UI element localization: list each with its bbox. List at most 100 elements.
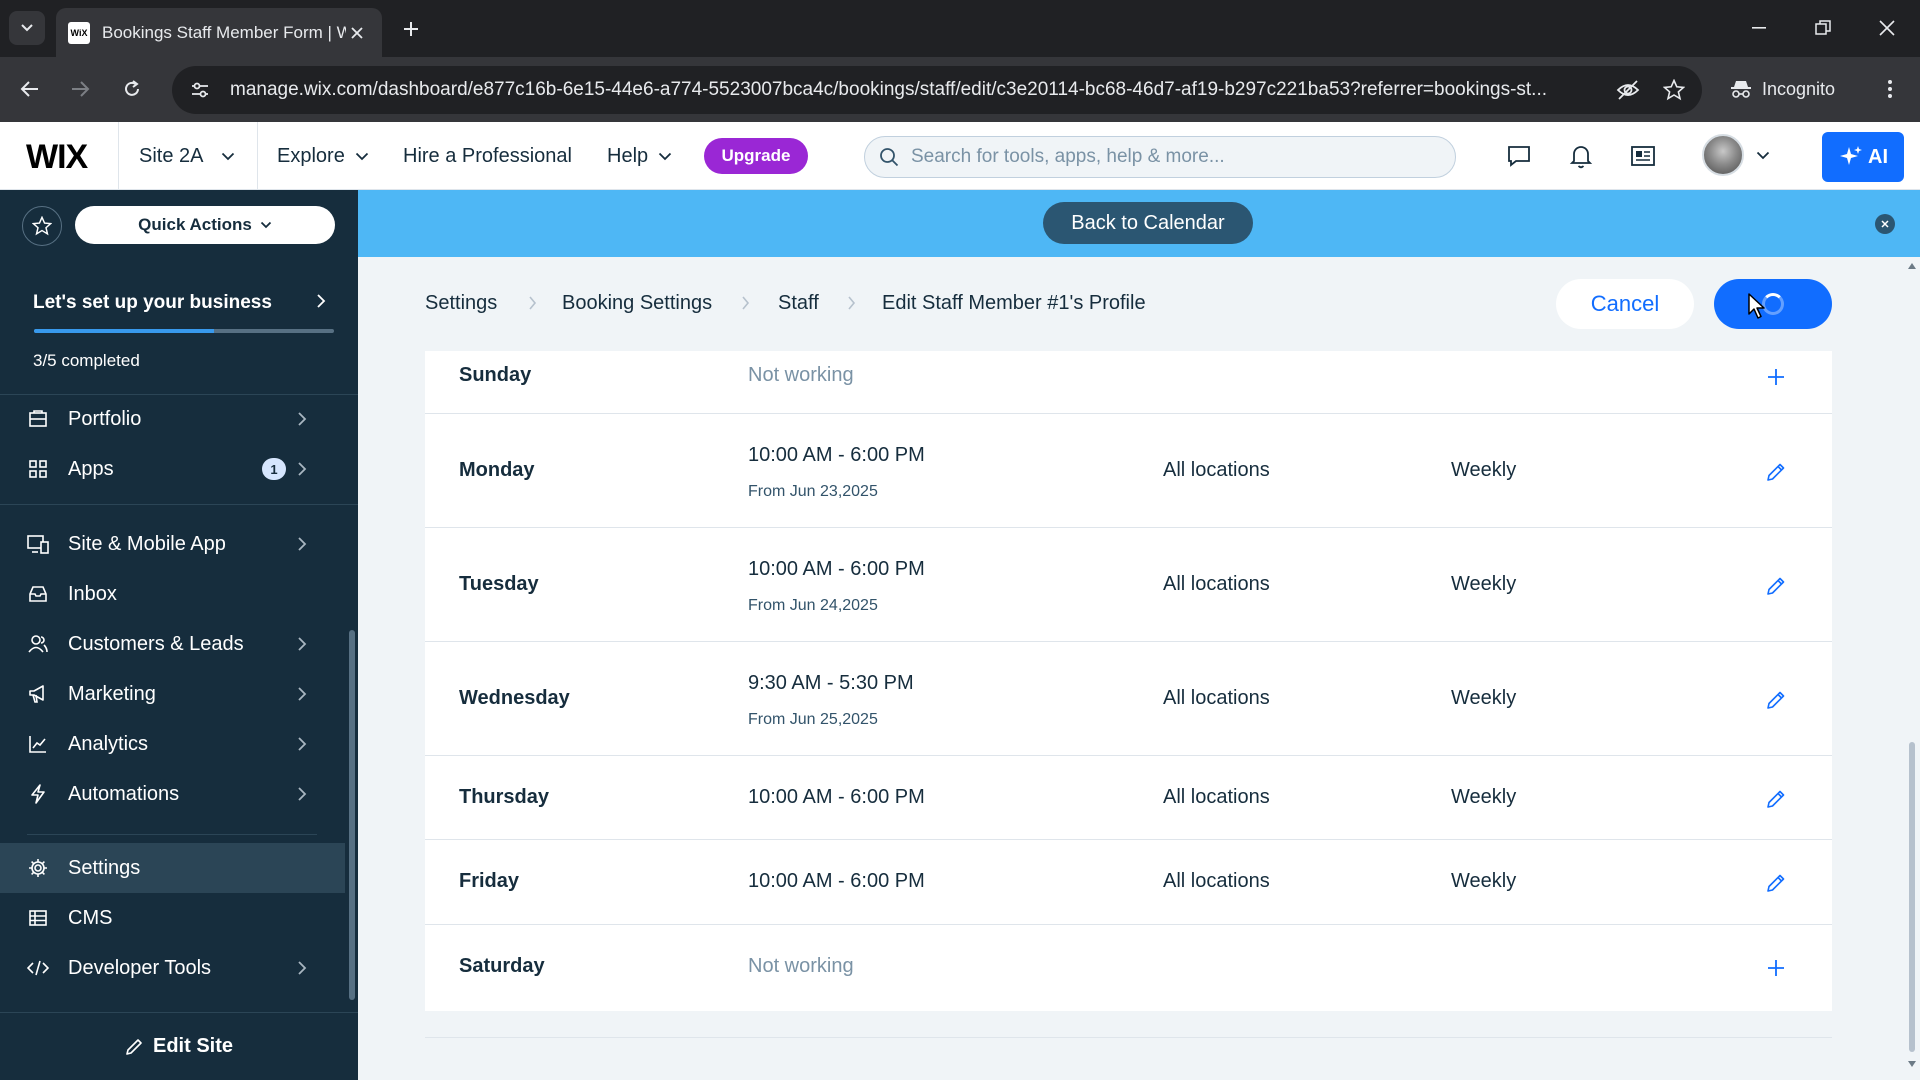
site-switcher[interactable]: Site 2A — [118, 122, 258, 190]
day-name: Monday — [459, 459, 535, 481]
schedule-row-thursday: Thursday 10:00 AM - 6:00 PM All location… — [425, 756, 1832, 840]
star-icon — [32, 216, 52, 236]
breadcrumb-staff[interactable]: Staff — [778, 292, 819, 315]
add-hours-button[interactable] — [1763, 955, 1789, 981]
hire-professional-link[interactable]: Hire a Professional — [403, 122, 572, 190]
chevron-right-icon[interactable] — [316, 293, 326, 309]
setup-title[interactable]: Let's set up your business — [33, 292, 272, 314]
save-button[interactable] — [1714, 279, 1832, 329]
sidebar-item-analytics[interactable]: Analytics — [0, 719, 345, 769]
reload-button[interactable] — [114, 71, 150, 107]
breadcrumb-settings[interactable]: Settings — [425, 292, 497, 315]
edit-hours-button[interactable] — [1763, 459, 1789, 485]
sidebar-item-customers-leads[interactable]: Customers & Leads — [0, 619, 345, 669]
browser-tab-bar: WiX Bookings Staff Member Form | Wix — [0, 0, 1920, 57]
banner-close-button[interactable] — [1875, 214, 1895, 234]
chevron-right-icon — [848, 296, 856, 310]
apps-badge: 1 — [262, 458, 286, 480]
chat-button[interactable] — [1503, 140, 1535, 172]
window-close-button[interactable] — [1864, 10, 1910, 46]
window-minimize-button[interactable] — [1736, 10, 1782, 46]
ai-assistant-button[interactable]: AI — [1822, 132, 1904, 182]
help-menu[interactable]: Help — [607, 122, 672, 190]
bookmark-button[interactable] — [1658, 74, 1690, 106]
schedule-row-saturday: Saturday Not working — [425, 925, 1832, 1011]
day-location: All locations — [1163, 573, 1270, 595]
wix-logo[interactable]: WIX — [26, 138, 88, 177]
sidebar-item-automations[interactable]: Automations — [0, 769, 345, 819]
business-updates-button[interactable] — [1627, 140, 1659, 172]
edit-hours-button[interactable] — [1763, 786, 1789, 812]
setup-progress-fill — [34, 329, 214, 333]
notifications-button[interactable] — [1565, 140, 1597, 172]
pencil-icon — [126, 1038, 142, 1055]
browser-menu-button[interactable] — [1872, 71, 1908, 107]
quick-actions-button[interactable]: Quick Actions — [75, 206, 335, 244]
back-button[interactable] — [12, 71, 48, 107]
edit-site-label: Edit Site — [152, 1035, 233, 1057]
chevron-down-icon — [21, 24, 33, 32]
back-to-calendar-button[interactable]: Back to Calendar — [1043, 202, 1253, 244]
forward-button[interactable] — [62, 71, 98, 107]
explore-menu[interactable]: Explore — [277, 122, 369, 190]
page-scrollbar[interactable] — [1904, 257, 1920, 1080]
cancel-button[interactable]: Cancel — [1556, 279, 1694, 329]
account-menu[interactable] — [1702, 134, 1770, 176]
day-time: 10:00 AM - 6:00 PM — [748, 558, 925, 580]
edit-hours-button[interactable] — [1763, 573, 1789, 599]
sidebar-item-site-mobile-app[interactable]: Site & Mobile App — [0, 519, 345, 569]
site-info-button[interactable] — [184, 74, 216, 106]
day-repeat: Weekly — [1451, 687, 1517, 709]
address-bar[interactable]: manage.wix.com/dashboard/e877c16b-6e15-4… — [172, 66, 1702, 114]
sidebar-item-settings[interactable]: Settings — [0, 843, 345, 893]
edit-site-button[interactable]: Edit Site — [0, 1012, 358, 1080]
chevron-right-icon — [298, 737, 307, 751]
page-scrollbar-thumb[interactable] — [1909, 742, 1915, 1052]
browser-tab-active[interactable]: WiX Bookings Staff Member Form | Wix — [56, 8, 382, 57]
plus-icon — [404, 22, 418, 36]
chevron-right-icon — [529, 296, 537, 310]
analytics-icon — [27, 733, 49, 755]
schedule-row-sunday: Sunday Not working — [425, 351, 1832, 414]
new-tab-button[interactable] — [396, 14, 426, 44]
day-location: All locations — [1163, 459, 1270, 481]
upgrade-button[interactable]: Upgrade — [704, 138, 808, 174]
chevron-down-icon — [260, 221, 271, 229]
favorites-button[interactable] — [22, 206, 62, 246]
sidebar-item-developer-tools[interactable]: Developer Tools — [0, 943, 345, 993]
tab-search-button[interactable] — [9, 11, 45, 45]
edit-hours-button[interactable] — [1763, 870, 1789, 896]
back-to-calendar-banner: Back to Calendar — [358, 190, 1920, 257]
chevron-right-icon — [298, 961, 307, 975]
search-box[interactable] — [864, 136, 1456, 178]
arrow-left-icon — [20, 81, 38, 97]
chevron-right-icon — [298, 462, 307, 476]
sidebar-item-apps[interactable]: Apps 1 — [0, 444, 345, 494]
site-mobile-icon — [27, 533, 49, 555]
sidebar-item-inbox[interactable]: Inbox — [0, 569, 345, 619]
day-time: 10:00 AM - 6:00 PM — [748, 444, 925, 466]
star-icon — [1663, 79, 1685, 101]
day-repeat: Weekly — [1451, 786, 1517, 808]
sidebar-item-marketing[interactable]: Marketing — [0, 669, 345, 719]
incognito-indicator[interactable]: Incognito — [1730, 71, 1835, 107]
breadcrumb-booking-settings[interactable]: Booking Settings — [562, 292, 712, 315]
search-input[interactable] — [911, 146, 1441, 168]
day-name: Tuesday — [459, 573, 539, 595]
sidebar-scrollbar[interactable] — [349, 630, 355, 1000]
pencil-icon — [1767, 790, 1785, 808]
day-repeat: Weekly — [1451, 573, 1517, 595]
edit-hours-button[interactable] — [1763, 687, 1789, 713]
url-text[interactable]: manage.wix.com/dashboard/e877c16b-6e15-4… — [230, 79, 1635, 101]
sidebar-item-label: Inbox — [68, 582, 117, 605]
window-restore-button[interactable] — [1800, 10, 1846, 46]
sidebar: Quick Actions Let's set up your business… — [0, 190, 358, 1080]
apps-icon — [27, 458, 49, 480]
add-hours-button[interactable] — [1763, 364, 1789, 390]
day-name: Wednesday — [459, 687, 570, 709]
sidebar-item-portfolio[interactable]: Portfolio — [0, 394, 345, 444]
tracking-protection-button[interactable] — [1612, 74, 1644, 106]
page-header: Settings Booking Settings Staff Edit Sta… — [358, 257, 1904, 351]
tab-close-button[interactable] — [346, 22, 368, 44]
sidebar-item-cms[interactable]: CMS — [0, 893, 345, 943]
